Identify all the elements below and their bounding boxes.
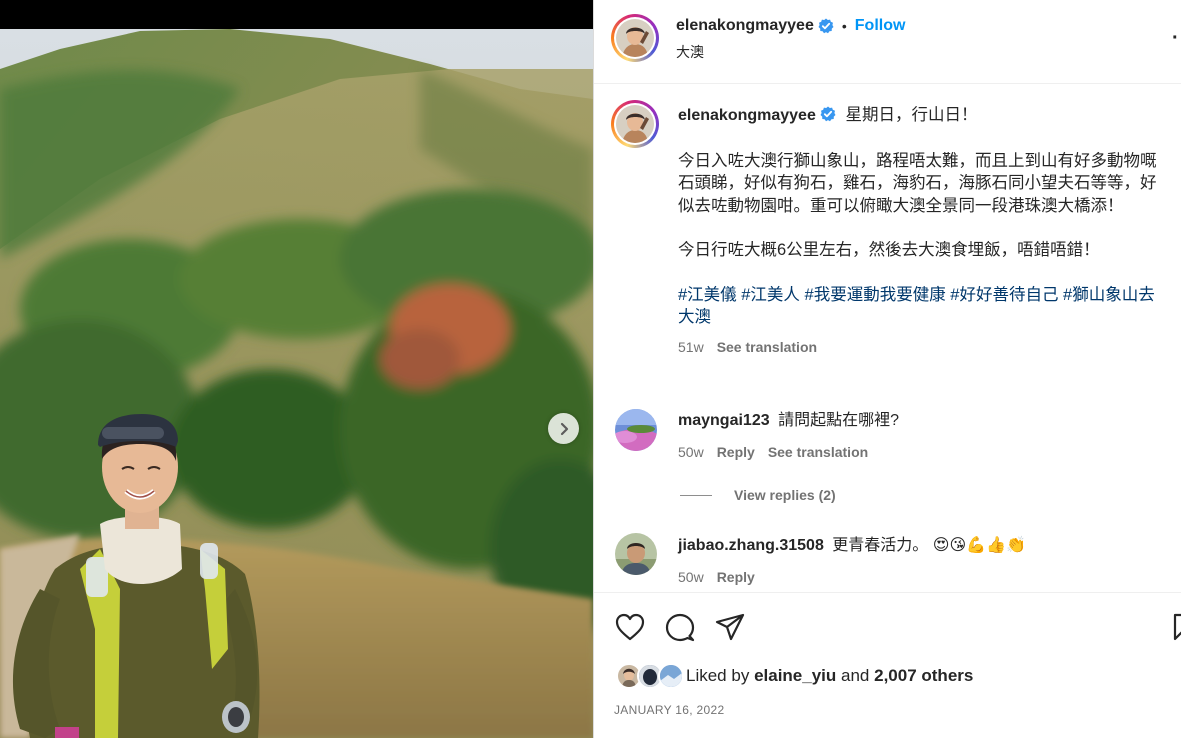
liked-by-prefix: Liked by xyxy=(686,666,750,685)
verified-badge-icon xyxy=(818,18,834,34)
liked-by-and: and xyxy=(841,666,870,685)
comment-emojis: 😍😘💪👍👏 xyxy=(933,537,1026,554)
comment-item: mayngai123 請問起點在哪裡? 50w Reply See transl… xyxy=(678,410,1170,463)
next-photo-button[interactable] xyxy=(548,413,579,444)
heart-eyes-emoji: 😍 xyxy=(932,537,950,554)
caption-author-avatar[interactable] xyxy=(611,100,659,148)
share-send-icon[interactable] xyxy=(715,613,745,641)
comment-username[interactable]: mayngai123 xyxy=(678,412,770,429)
comment-text: 請問起點在哪裡? xyxy=(778,412,899,429)
verified-badge-icon xyxy=(820,106,836,122)
hiking-photo xyxy=(0,29,593,738)
likers-avatars[interactable] xyxy=(616,663,684,689)
save-bookmark-icon[interactable] xyxy=(1173,613,1181,641)
liked-by-user[interactable]: elaine_yiu xyxy=(754,666,836,686)
flexed-biceps-emoji: 💪 xyxy=(966,537,987,554)
clapping-hands-emoji: 👏 xyxy=(1005,537,1026,554)
comment-timestamp[interactable]: 50w xyxy=(678,566,704,588)
comment-meta: 50w Reply xyxy=(678,566,1170,588)
comment-text: 更青春活力。 xyxy=(832,537,929,554)
caption-paragraph-2: 今日行咗大概6公里左右，然後去大澳食埋飯，唔錯唔錯！ xyxy=(678,241,1100,259)
commenter-photo xyxy=(615,409,657,451)
comment-item: jiabao.zhang.31508 更青春活力。 😍😘💪👍👏 50w Repl… xyxy=(678,535,1170,588)
likes-count[interactable]: 2,007 others xyxy=(874,666,973,686)
thumbs-up-emoji: 👍 xyxy=(986,537,1006,554)
author-avatar[interactable] xyxy=(611,14,659,62)
replies-divider-line xyxy=(680,494,712,496)
post-header: elenakongmayyee • Follow 大澳 · xyxy=(594,0,1181,84)
commenter-avatar[interactable] xyxy=(615,533,657,575)
reply-button[interactable]: Reply xyxy=(717,441,755,463)
chevron-right-icon xyxy=(560,422,568,435)
post-sidebar: elenakongmayyee • Follow 大澳 · elenakongm… xyxy=(593,0,1181,738)
view-replies-button[interactable]: View replies (2) xyxy=(680,487,836,503)
follow-button[interactable]: Follow xyxy=(855,17,906,35)
caption-author-photo xyxy=(616,105,654,143)
like-heart-icon[interactable] xyxy=(615,613,645,641)
post-caption: elenakongmayyee 星期日，行山日！ 今日入咗大澳行獅山象山，路程唔… xyxy=(678,104,1170,358)
reply-button[interactable]: Reply xyxy=(717,566,755,588)
see-translation-link[interactable]: See translation xyxy=(768,441,868,463)
post-actions: Liked by elaine_yiu and 2,007 others JAN… xyxy=(594,592,1181,738)
caption-meta: 51w See translation xyxy=(678,336,1170,359)
view-replies-label: View replies (2) xyxy=(734,487,836,503)
post-media xyxy=(0,0,593,738)
see-translation-link[interactable]: See translation xyxy=(717,336,817,359)
more-options-icon[interactable]: · xyxy=(1172,28,1179,48)
post-date[interactable]: JANUARY 16, 2022 xyxy=(614,703,724,717)
post-photo[interactable] xyxy=(0,29,593,738)
comments-section: elenakongmayyee 星期日，行山日！ 今日入咗大澳行獅山象山，路程唔… xyxy=(594,84,1181,592)
caption-first-line: 星期日，行山日！ xyxy=(845,106,978,124)
likes-summary: Liked by elaine_yiu and 2,007 others xyxy=(616,663,973,689)
commenter-avatar[interactable] xyxy=(615,409,657,451)
caption-paragraph-1: 今日入咗大澳行獅山象山，路程唔太難，而且上到山有好多動物嘅石頭睇，好似有狗石，雞… xyxy=(678,151,1157,215)
comment-timestamp[interactable]: 50w xyxy=(678,441,704,463)
caption-timestamp[interactable]: 51w xyxy=(678,336,704,359)
comment-username[interactable]: jiabao.zhang.31508 xyxy=(678,537,824,554)
caption-hashtags[interactable]: #江美儀 #江美人 #我要運動我要健康 #好好善待自己 #獅山象山去大澳 xyxy=(678,284,1170,329)
liker-avatar xyxy=(658,663,684,689)
separator-dot: • xyxy=(841,18,847,34)
commenter-photo xyxy=(615,533,657,575)
comment-bubble-icon[interactable] xyxy=(665,613,695,643)
post-location[interactable]: 大澳 xyxy=(676,42,704,62)
comment-meta: 50w Reply See translation xyxy=(678,441,1170,463)
author-username[interactable]: elenakongmayyee xyxy=(676,17,814,35)
author-photo xyxy=(616,19,654,57)
caption-username[interactable]: elenakongmayyee xyxy=(678,107,816,124)
kiss-emoji: 😘 xyxy=(949,537,967,554)
